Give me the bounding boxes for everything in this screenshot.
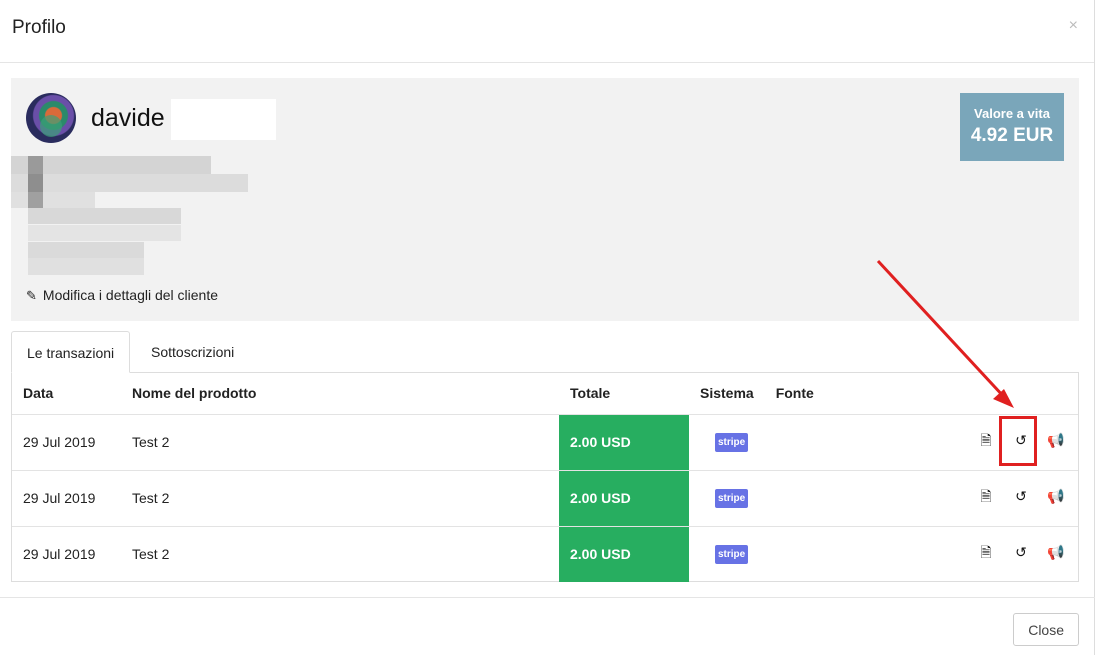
cell-product: Test 2 bbox=[121, 413, 559, 470]
table-header-row: Data Nome del prodotto Totale Sistema Fo… bbox=[12, 373, 1078, 414]
cell-date: 29 Jul 2019 bbox=[12, 413, 121, 470]
cell-total: 2.00 USD bbox=[559, 413, 689, 470]
pencil-icon: ✎ bbox=[26, 288, 37, 303]
redacted-detail bbox=[11, 174, 248, 192]
redacted-detail bbox=[28, 174, 43, 192]
cell-system: stripe bbox=[689, 525, 765, 582]
document-icon[interactable]: 🗎 bbox=[976, 430, 996, 454]
cell-date: 29 Jul 2019 bbox=[12, 469, 121, 526]
redacted-surname bbox=[171, 99, 276, 140]
header-product: Nome del prodotto bbox=[132, 385, 257, 402]
modal-footer: Close bbox=[0, 597, 1095, 655]
lifetime-value-badge: Valore a vita 4.92 EUR bbox=[960, 93, 1064, 161]
cell-product: Test 2 bbox=[121, 469, 559, 526]
cell-total: 2.00 USD bbox=[559, 525, 689, 582]
modal-title: Profilo bbox=[12, 17, 66, 38]
edit-customer-label: Modifica i dettagli del cliente bbox=[42, 287, 219, 303]
tab-subscriptions[interactable]: Sottoscrizioni bbox=[136, 331, 249, 373]
refund-icon[interactable]: ↺ bbox=[1011, 488, 1031, 505]
megaphone-icon[interactable]: 📢 bbox=[1046, 432, 1066, 449]
cell-source bbox=[764, 525, 855, 582]
redacted-detail bbox=[28, 258, 144, 275]
cell-actions: 🗎 ↺ 📢 bbox=[854, 525, 1078, 582]
cell-system: stripe bbox=[689, 469, 765, 526]
customer-name: davide bbox=[91, 104, 165, 132]
table-row: 29 Jul 2019 Test 2 2.00 USD stripe 🗎 ↺ 📢 bbox=[12, 525, 1078, 582]
stripe-logo: stripe bbox=[715, 489, 749, 508]
stripe-logo: stripe bbox=[715, 545, 749, 565]
redacted-detail bbox=[11, 192, 95, 208]
cell-source bbox=[764, 469, 855, 526]
table-row: 29 Jul 2019 Test 2 2.00 USD stripe 🗎 ↺ 📢 bbox=[12, 413, 1078, 470]
close-button[interactable]: Close bbox=[1013, 613, 1079, 646]
redacted-detail bbox=[28, 242, 144, 258]
cell-system: stripe bbox=[689, 413, 765, 470]
annotation-highlight-box bbox=[999, 416, 1037, 466]
profile-modal: Profilo × davide ✎ Modifica i dettagli de… bbox=[0, 0, 1095, 655]
redacted-detail bbox=[28, 192, 43, 208]
redacted-detail bbox=[28, 208, 181, 224]
megaphone-icon[interactable]: 📢 bbox=[1046, 488, 1066, 505]
cell-actions: 🗎 ↺ 📢 bbox=[854, 413, 1078, 470]
refund-icon[interactable]: ↺ bbox=[1011, 544, 1031, 561]
header-total: Totale bbox=[570, 385, 611, 402]
avatar bbox=[26, 93, 76, 143]
modal-header: Profilo × bbox=[0, 0, 1094, 63]
header-source: Fonte bbox=[775, 385, 814, 402]
customer-profile-panel: davide ✎ Modifica i dettagli del cliente … bbox=[11, 78, 1079, 321]
redacted-detail bbox=[28, 225, 181, 241]
cell-source bbox=[764, 413, 855, 470]
profile-tabs: Le transazioni Sottoscrizioni bbox=[11, 331, 1079, 373]
cell-actions: 🗎 ↺ 📢 bbox=[854, 469, 1078, 526]
stripe-logo: stripe bbox=[715, 433, 749, 452]
document-icon[interactable]: 🗎 bbox=[976, 542, 996, 566]
header-date: Data bbox=[23, 385, 54, 402]
edit-customer-link[interactable]: ✎ Modifica i dettagli del cliente bbox=[26, 287, 218, 304]
cell-date: 29 Jul 2019 bbox=[12, 525, 121, 582]
tab-transactions[interactable]: Le transazioni bbox=[11, 331, 131, 373]
table-row: 29 Jul 2019 Test 2 2.00 USD stripe 🗎 ↺ 📢 bbox=[12, 469, 1078, 526]
lifetime-label: Valore a vita bbox=[974, 106, 1050, 121]
header-actions bbox=[855, 373, 1078, 414]
document-icon[interactable]: 🗎 bbox=[976, 486, 996, 510]
redacted-detail bbox=[28, 156, 43, 174]
lifetime-value: 4.92 EUR bbox=[970, 125, 1054, 146]
cell-product: Test 2 bbox=[121, 525, 559, 582]
close-icon[interactable]: × bbox=[1069, 16, 1078, 36]
header-system: Sistema bbox=[700, 385, 754, 402]
cell-total: 2.00 USD bbox=[559, 469, 689, 526]
megaphone-icon[interactable]: 📢 bbox=[1046, 544, 1066, 561]
transactions-table: Data Nome del prodotto Totale Sistema Fo… bbox=[11, 372, 1079, 582]
